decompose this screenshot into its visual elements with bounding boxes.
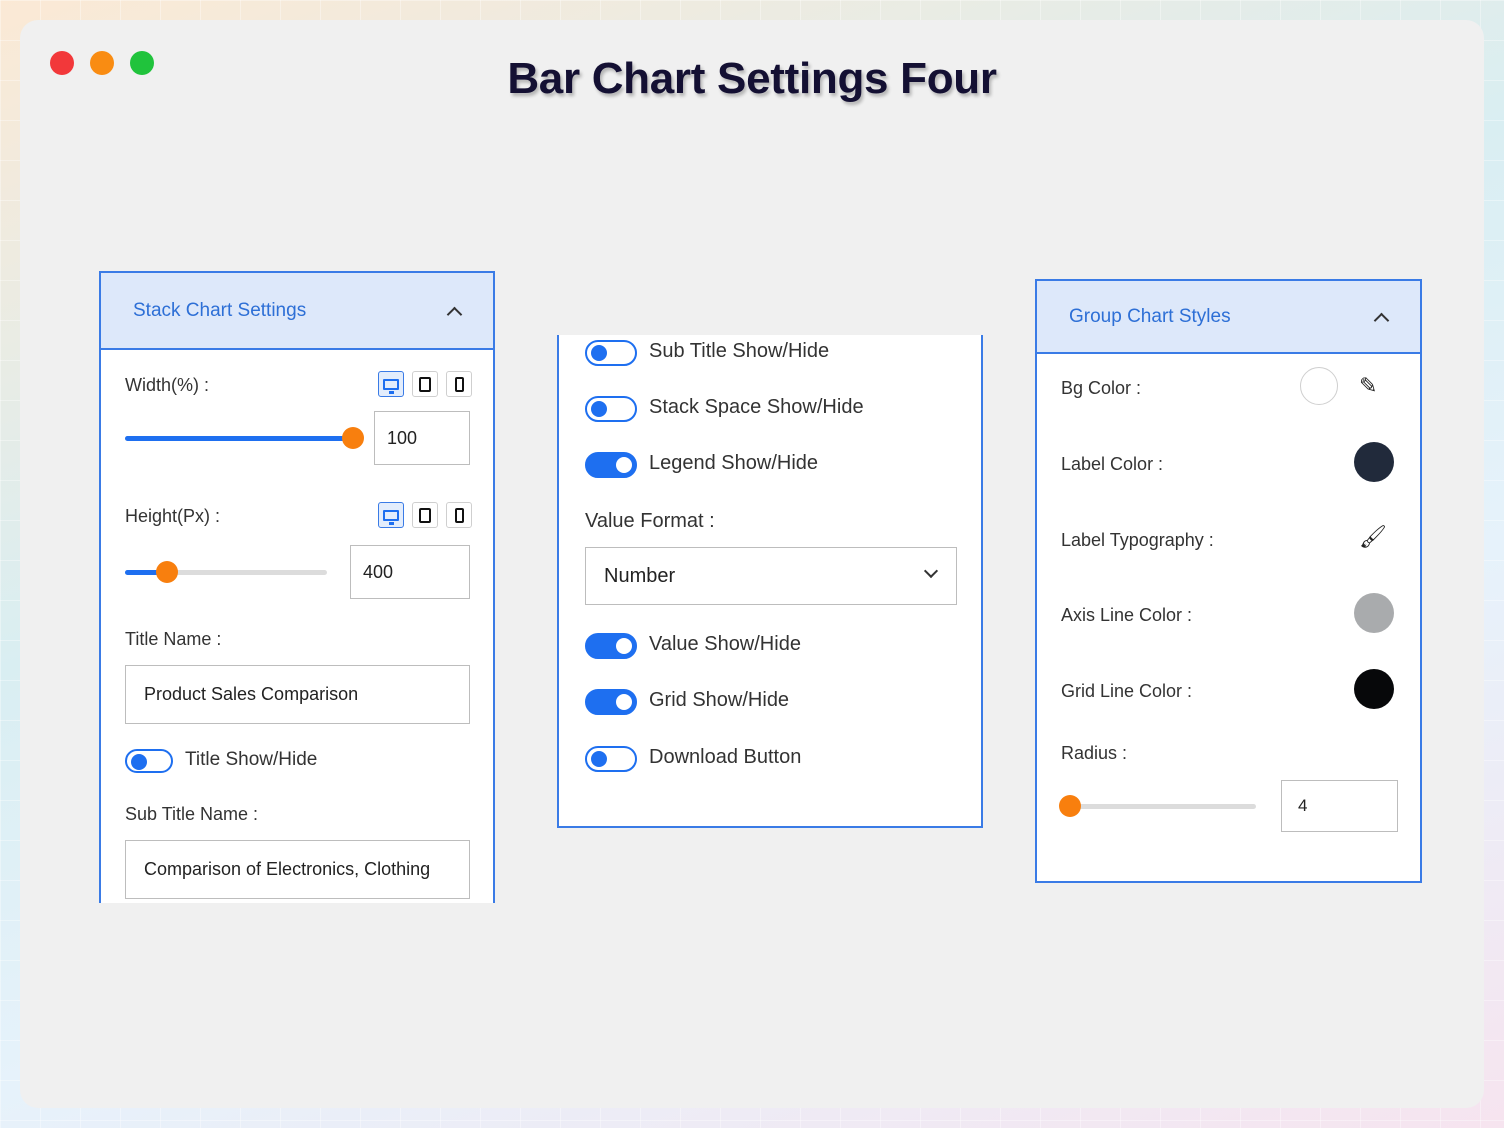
mobile-icon[interactable] [446, 371, 472, 397]
title-name-label: Title Name : [125, 629, 222, 649]
download-toggle-label: Download Button [649, 746, 802, 768]
axis-line-color-label: Axis Line Color : [1061, 605, 1193, 625]
width-slider-fill [125, 436, 353, 441]
grid-toggle[interactable] [585, 689, 637, 715]
grid-line-color-swatch[interactable] [1354, 669, 1394, 709]
bg-color-label: Bg Color : [1061, 378, 1142, 398]
height-device-switcher [378, 502, 472, 528]
width-slider[interactable] [125, 427, 364, 449]
height-slider[interactable] [125, 561, 327, 583]
title-toggle-label: Title Show/Hide [185, 749, 318, 770]
label-color-label: Label Color : [1061, 454, 1164, 474]
width-device-switcher [378, 371, 472, 397]
value-toggle-label: Value Show/Hide [649, 633, 801, 655]
subtitle-name-input[interactable]: Comparison of Electronics, Clothing [125, 840, 470, 899]
chevron-up-icon[interactable] [447, 304, 461, 318]
width-slider-handle[interactable] [342, 427, 364, 449]
group-chart-styles-header[interactable]: Group Chart Styles [1037, 281, 1420, 354]
title-name-input[interactable]: Product Sales Comparison [125, 665, 470, 724]
stack-chart-settings-header[interactable]: Stack Chart Settings [101, 273, 493, 350]
label-typography-label: Label Typography : [1061, 530, 1214, 550]
grid-line-color-label: Grid Line Color : [1061, 681, 1193, 701]
page-title: Bar Chart Settings Four [507, 54, 997, 103]
legend-toggle[interactable] [585, 452, 637, 478]
panel-title: Group Chart Styles [1069, 305, 1231, 327]
radius-slider-handle[interactable] [1059, 795, 1081, 817]
tablet-icon[interactable] [412, 502, 438, 528]
grid-toggle-label: Grid Show/Hide [649, 689, 790, 711]
label-color-swatch[interactable] [1354, 442, 1394, 482]
height-input[interactable]: 400 [350, 545, 470, 599]
width-label: Width(%) : [125, 375, 210, 395]
subtitle-toggle-label: Sub Title Show/Hide [649, 340, 830, 362]
radius-input[interactable]: 4 [1281, 780, 1398, 832]
stack-space-toggle[interactable] [585, 396, 637, 422]
stack-space-toggle-label: Stack Space Show/Hide [649, 396, 864, 418]
radius-label: Radius : [1061, 743, 1128, 763]
height-slider-handle[interactable] [156, 561, 179, 583]
panel-title: Stack Chart Settings [133, 299, 307, 321]
subtitle-toggle[interactable] [585, 340, 637, 366]
height-label: Height(Px) : [125, 506, 221, 526]
tablet-icon[interactable] [412, 371, 438, 397]
chevron-up-icon[interactable] [1374, 310, 1388, 324]
group-chart-styles-panel: Group Chart Styles Bg Color : ✎ Label Co… [1035, 279, 1422, 883]
bg-color-swatch[interactable] [1300, 367, 1338, 405]
display-options-panel: Sub Title Show/Hide Stack Space Show/Hid… [557, 335, 983, 828]
chevron-down-icon [923, 563, 939, 579]
subtitle-name-label: Sub Title Name : [125, 804, 259, 824]
download-toggle[interactable] [585, 746, 637, 772]
pencil-icon[interactable]: ✎ [1359, 373, 1377, 399]
title-toggle[interactable] [125, 749, 173, 773]
desktop-icon[interactable] [378, 371, 404, 397]
value-format-select[interactable]: Number [585, 547, 957, 605]
desktop-icon[interactable] [378, 502, 404, 528]
value-format-label: Value Format : [585, 510, 715, 532]
radius-slider[interactable] [1059, 795, 1256, 817]
width-input[interactable]: 100 [374, 411, 470, 465]
legend-toggle-label: Legend Show/Hide [649, 452, 819, 474]
axis-line-color-swatch[interactable] [1354, 593, 1394, 633]
value-format-selected: Number [604, 564, 676, 587]
value-toggle[interactable] [585, 633, 637, 659]
brush-icon[interactable]: 🖌 [1359, 524, 1387, 550]
stack-chart-settings-panel: Stack Chart Settings Width(%) : 100 Heig… [99, 271, 495, 903]
mobile-icon[interactable] [446, 502, 472, 528]
